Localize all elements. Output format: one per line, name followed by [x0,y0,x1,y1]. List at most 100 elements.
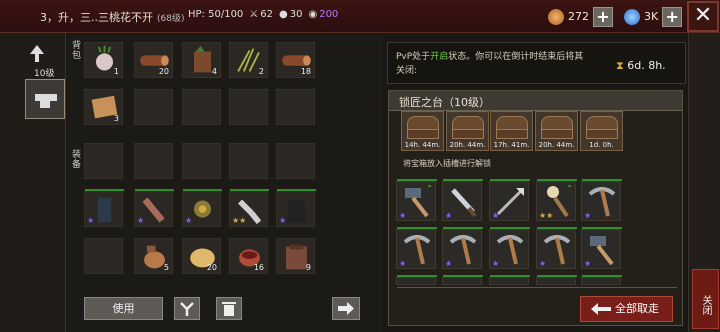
inventory-slot[interactable] [276,143,315,179]
inventory-slot-log[interactable]: 18 [276,42,315,78]
rarity-star-icon: ★ [87,216,95,225]
forge-tool-slot[interactable]: ★ [442,179,483,221]
anvil-tab[interactable] [25,79,65,119]
item-quantity: 20 [158,67,169,76]
inventory-slot[interactable] [84,238,123,274]
upgrade-icon: ⌃ [566,184,573,193]
durability-bar [537,179,577,181]
durability-bar [183,189,222,191]
durability-bar [443,179,483,181]
chest-slot[interactable]: 14h. 44m. [401,111,444,151]
durability-bar [582,275,622,277]
chest-slot[interactable]: 17h. 41m. [490,111,533,151]
add-gems-button[interactable]: + [662,6,683,27]
add-coins-button[interactable]: + [593,6,613,27]
item-quantity: 16 [253,263,264,272]
forge-tool-slot[interactable]: ★ [489,179,530,221]
inventory-slot[interactable] [182,89,221,125]
forge-tool-slot[interactable]: ★ ⌃ [396,179,437,221]
forge-tool-slot[interactable] [536,275,577,285]
inventory-slot[interactable] [134,143,173,179]
forge-tool-slot[interactable]: ★ [581,227,622,269]
forge-tool-slot[interactable]: ★ [536,227,577,269]
forge-tool-slot[interactable] [396,275,437,285]
durability-bar [443,275,483,277]
inventory-slot-gear5[interactable]: ★ [276,189,316,227]
arrow-right-icon [338,302,354,315]
eye-icon: ◉ [308,9,318,20]
right-strip: 关闭 [688,33,720,332]
item-quantity: 9 [305,263,311,272]
chest-slot[interactable]: 1d. 0h. [580,111,623,151]
durability-bar [85,189,124,191]
rarity-star-icon: ★ [445,211,453,220]
forge-tool-slot[interactable]: ★ [489,227,530,269]
inventory-slot[interactable] [229,143,268,179]
pvp-timer-value: 6d. 8h. [627,59,666,72]
chest-slot[interactable]: 20h. 44m. [535,111,578,151]
inventory-slot-log[interactable]: 20 [134,42,173,78]
upgrade-arrow-icon[interactable] [30,45,44,62]
rarity-star-icon: ★ [584,259,592,268]
delete-button[interactable] [216,297,242,320]
rarity-star-icon: ★ [492,259,500,268]
forge-tool-slot[interactable]: ★ [396,227,437,269]
inventory-slot-radish[interactable]: 1 [84,42,123,78]
inventory-slot[interactable] [182,143,221,179]
gem-icon [624,8,640,25]
inventory-slot-stump[interactable]: 4 [182,42,221,78]
rarity-star-icon: ★ [584,211,592,220]
durability-bar [537,275,577,277]
forge-tool-slot[interactable] [581,275,622,285]
rarity-star-icon: ★ [137,216,145,225]
inventory-slot-gear1[interactable]: ★ [84,189,124,227]
sword-icon: ⚔ [249,9,259,20]
inventory-slot-pack[interactable]: 9 [276,238,315,274]
rarity-star-icon: ★★ [539,211,554,220]
resource-gems-value: 3K [644,10,659,23]
transfer-right-button[interactable] [332,297,360,320]
forge-tool-slot[interactable]: ★★ ⌃ [536,179,577,221]
close-panel-button[interactable]: 关闭 [692,269,719,329]
inventory-slot-bread[interactable]: 20 [182,238,221,274]
rarity-star-icon: ★ [279,216,287,225]
durability-bar [537,227,577,229]
forge-tool-slot[interactable]: ★ [442,227,483,269]
inventory-slot[interactable] [134,89,173,125]
durability-bar [490,275,530,277]
inventory-slot-bottle[interactable]: 5 [134,238,173,274]
inventory-slot[interactable] [229,89,268,125]
durability-bar [277,189,316,191]
arrow-left-icon [591,303,611,315]
inventory-slot-scroll[interactable]: 3 [84,89,123,125]
durability-bar [397,275,437,277]
use-button[interactable]: 使用 [84,297,163,320]
top-bar: 3，升，三..三桃花不开 (68级) HP: 50/100 ⚔ 62 ● 30 ◉ 20… [0,0,720,33]
inventory-slot-herb[interactable]: 2 [229,42,268,78]
inventory-slot[interactable] [276,89,315,125]
inventory-slot-gear2[interactable]: ★ [134,189,174,227]
item-quantity: 4 [211,67,217,76]
inventory-slot-gear3[interactable]: ★ [182,189,222,227]
take-all-button[interactable]: 全部取走 [580,296,673,322]
chest-icon [541,116,573,130]
upgrade-level-label: 10级 [34,69,55,79]
inventory-slot[interactable] [84,143,123,179]
item-quantity: 1 [113,67,119,76]
forge-tool-slot[interactable] [489,275,530,285]
resource-coins: 272 + [548,5,613,28]
drop-icon: ● [279,9,288,20]
rarity-star-icon: ★★ [232,216,247,225]
locksmith-bench-title: 锁匠之台（10级） [399,96,490,109]
forge-tool-slot[interactable] [442,275,483,285]
close-icon[interactable]: ✕ [687,1,719,32]
split-icon [180,302,194,316]
split-button[interactable] [174,297,200,320]
inventory-slot-cup[interactable]: 16 [229,238,268,274]
character-stats: HP: 50/100 ⚔ 62 ● 30 ◉ 200 [188,9,338,20]
forge-tool-slot[interactable]: ★ [581,179,622,221]
equipment-label: 装备 [72,150,82,170]
attack-value: 62 [260,9,273,20]
chest-slot[interactable]: 20h. 44m. [446,111,489,151]
inventory-slot-gear4[interactable]: ★★ [229,189,269,227]
